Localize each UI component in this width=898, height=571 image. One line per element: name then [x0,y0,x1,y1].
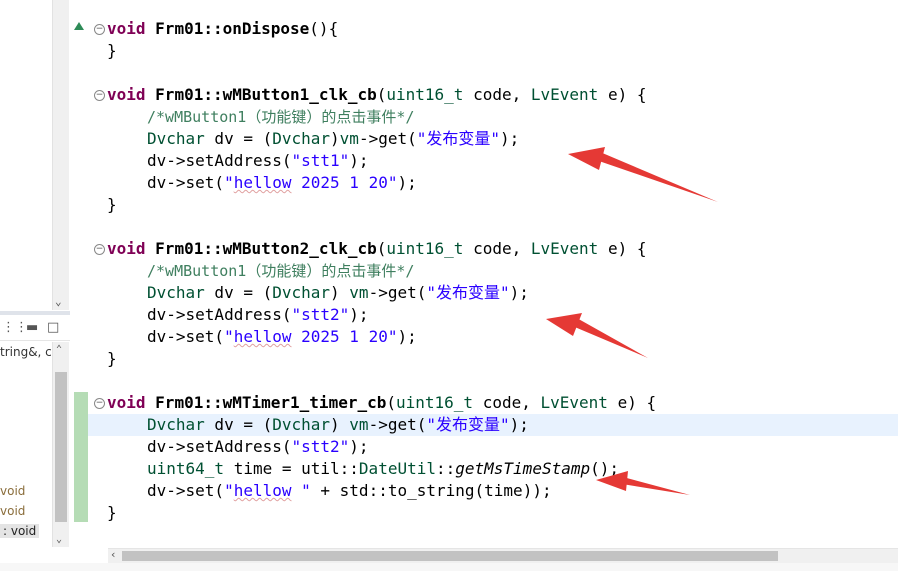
status-strip [0,563,898,571]
editor-horizontal-scrollbar[interactable]: ‹ [108,548,898,563]
code-line[interactable]: dv->set("hellow 2025 1 20"); [88,326,898,348]
change-marker-icon [74,22,84,30]
chevron-up-icon[interactable]: ⌃ [56,344,62,355]
chevron-left-icon[interactable]: ‹ [110,548,117,561]
code-line[interactable]: } [88,194,898,216]
code-line[interactable]: uint64_t time = util::DateUtil::getMsTim… [88,458,898,480]
code-line[interactable]: } [88,502,898,524]
fold-toggle-icon[interactable]: − [94,244,105,255]
view-menu-icon[interactable]: ⋮⋮ [2,320,28,335]
code-line[interactable]: dv->setAddress("stt2"); [88,436,898,458]
outline-panel: ⌄ ⋮⋮ ▬ □ tring&, cc void void : void ⌃ ⌄ [0,0,70,571]
outline-item-type[interactable]: void [0,484,25,498]
scroll-thumb[interactable] [122,551,778,561]
outline-item-type[interactable]: void [0,504,25,518]
chevron-down-icon[interactable]: ⌄ [56,534,62,545]
code-line[interactable]: dv->set("hellow 2025 1 20"); [88,172,898,194]
current-code-line[interactable]: Dvchar dv = (Dvchar) vm->get("发布变量"); [88,414,898,436]
code-line[interactable]: /*wMButton1（功能键）的点击事件*/ [88,106,898,128]
code-line[interactable]: − void Frm01::wMButton1_clk_cb(uint16_t … [88,84,898,106]
code-line[interactable]: dv->setAddress("stt1"); [88,150,898,172]
scroll-thumb[interactable] [55,372,67,522]
code-line[interactable]: dv->setAddress("stt2"); [88,304,898,326]
code-line[interactable]: dv->set("hellow " + std::to_string(time)… [88,480,898,502]
outline-top-scrollbar[interactable]: ⌄ [52,0,69,310]
outline-item-partial[interactable]: tring&, cc [0,345,58,359]
outline-bottom-scrollbar[interactable]: ⌃ ⌄ [52,342,69,547]
code-line[interactable]: − void Frm01::wMButton2_clk_cb(uint16_t … [88,238,898,260]
code-line[interactable]: − void Frm01::onDispose(){ [88,18,898,40]
maximize-icon[interactable]: □ [47,320,59,335]
code-line[interactable]: Dvchar dv = (Dvchar) vm->get("发布变量"); [88,282,898,304]
code-editor[interactable]: − void Frm01::onDispose(){ } − void Frm0… [88,0,898,548]
panel-divider[interactable] [0,311,70,315]
change-ruler-bar [74,392,88,522]
chevron-down-icon[interactable]: ⌄ [55,295,62,308]
outline-item-selected[interactable]: : void [0,524,40,538]
code-line[interactable]: − void Frm01::wMTimer1_timer_cb(uint16_t… [88,392,898,414]
minimize-icon[interactable]: ▬ [26,320,38,335]
fold-toggle-icon[interactable]: − [94,398,105,409]
fold-toggle-icon[interactable]: − [94,24,105,35]
code-line[interactable]: } [88,40,898,62]
fold-toggle-icon[interactable]: − [94,90,105,101]
code-line[interactable]: } [88,348,898,370]
outline-toolbar: ⋮⋮ ▬ □ [0,318,70,341]
code-line[interactable]: Dvchar dv = (Dvchar)vm->get("发布变量"); [88,128,898,150]
code-line[interactable]: /*wMButton1（功能键）的点击事件*/ [88,260,898,282]
